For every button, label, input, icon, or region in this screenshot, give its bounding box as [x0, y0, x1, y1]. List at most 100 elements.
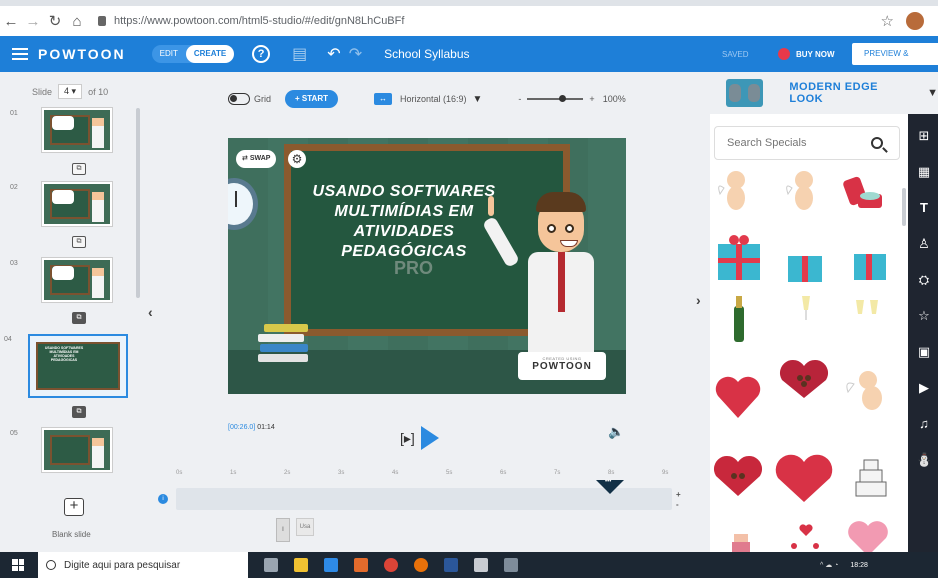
- chevron-down-icon[interactable]: ▼: [927, 87, 938, 99]
- zoom-slider-handle[interactable]: [559, 95, 567, 103]
- volume-icon[interactable]: 🔈: [608, 424, 624, 440]
- gear-icon[interactable]: ⚙: [288, 150, 306, 168]
- shapes-icon[interactable]: ☆: [916, 308, 932, 324]
- add-blank-slide-button[interactable]: +: [64, 498, 84, 516]
- taskbar-search[interactable]: Digite aqui para pesquisar: [38, 552, 248, 578]
- champagne-bottle-icon[interactable]: [734, 296, 744, 342]
- gift-box-icon[interactable]: [788, 256, 822, 282]
- redo-icon[interactable]: ↷: [349, 44, 362, 64]
- layout-icon[interactable]: ⊞: [916, 128, 932, 144]
- background-icon[interactable]: ▦: [916, 164, 932, 180]
- playhead-menu-icon[interactable]: •••: [605, 479, 611, 485]
- chocolate-box-icon[interactable]: [713, 455, 763, 496]
- cake-icon[interactable]: [732, 534, 750, 552]
- slide-action-icon[interactable]: ⧉: [72, 312, 86, 324]
- swap-button[interactable]: ⇄ SWAP: [236, 150, 277, 168]
- edge-icon[interactable]: [324, 558, 338, 572]
- media-icon[interactable]: ▣: [916, 344, 932, 360]
- start-button[interactable]: + START: [285, 90, 338, 108]
- notes-icon[interactable]: ▤: [292, 44, 307, 64]
- project-title[interactable]: School Syllabus: [384, 47, 469, 61]
- orientation-icon[interactable]: ↔: [373, 93, 392, 105]
- buy-now-button[interactable]: BUY NOW: [778, 48, 835, 60]
- home-icon[interactable]: ⌂: [66, 13, 88, 30]
- character-icon[interactable]: ♙: [916, 236, 932, 252]
- heart-icon[interactable]: [715, 376, 761, 418]
- slide-select[interactable]: 4 ▾: [58, 84, 83, 99]
- tray-icons[interactable]: ^ ☁ ◔: [820, 561, 838, 569]
- slide-title[interactable]: USANDO SOFTWARES MULTIMÍDIAS EM ATIVIDAD…: [292, 182, 516, 262]
- cupid-icon[interactable]: [718, 171, 745, 210]
- cupid-icon[interactable]: [786, 171, 813, 210]
- slide-action-icon[interactable]: ⧉: [72, 236, 86, 248]
- ring-box-icon[interactable]: [842, 176, 882, 208]
- champagne-glasses-icon[interactable]: [856, 300, 878, 314]
- chrome-icon[interactable]: [384, 558, 398, 572]
- slide-thumbnail-5[interactable]: [42, 428, 112, 472]
- calculator-icon[interactable]: [504, 558, 518, 572]
- text-icon[interactable]: T: [916, 200, 932, 215]
- orientation-select[interactable]: Horizontal (16:9): [400, 94, 467, 104]
- address-bar[interactable]: https://www.powtoon.com/html5-studio/#/e…: [98, 15, 881, 27]
- champagne-glass-icon[interactable]: [802, 296, 810, 320]
- mode-switch[interactable]: EDIT CREATE: [151, 45, 235, 63]
- music-icon[interactable]: ♫: [916, 416, 932, 431]
- play-icon[interactable]: [420, 426, 439, 450]
- specials-search[interactable]: [714, 126, 900, 160]
- slide-thumbnail-2[interactable]: [42, 182, 112, 226]
- file-explorer-icon[interactable]: [294, 558, 308, 572]
- chevron-down-icon[interactable]: ▼: [473, 94, 483, 105]
- cupid-icon[interactable]: [846, 371, 882, 410]
- timeline-collapse-button[interactable]: -: [676, 500, 679, 509]
- profile-avatar[interactable]: [906, 12, 924, 30]
- chocolate-box-icon[interactable]: [779, 359, 829, 398]
- store-icon[interactable]: [354, 558, 368, 572]
- search-input[interactable]: [727, 137, 867, 149]
- slide-scrollbar[interactable]: [136, 108, 140, 298]
- play-slide-button[interactable]: [▸]: [400, 430, 415, 447]
- taskbar-clock[interactable]: 18:28: [850, 561, 868, 570]
- search-icon[interactable]: [871, 137, 883, 149]
- specials-scrollbar[interactable]: [902, 188, 906, 226]
- forward-icon[interactable]: →: [22, 13, 44, 30]
- collapse-left-icon[interactable]: ‹: [148, 304, 153, 320]
- heart-box-icon[interactable]: [775, 454, 833, 502]
- task-view-icon[interactable]: [264, 558, 278, 572]
- slide-thumbnail-4-selected[interactable]: USANDO SOFTWARES MULTIMÍDIAS EM ATIVIDAD…: [28, 334, 128, 398]
- menu-icon[interactable]: [12, 45, 28, 63]
- zoom-in-button[interactable]: +: [589, 94, 594, 104]
- bookmark-star-icon[interactable]: ☆: [881, 12, 894, 30]
- zoom-out-button[interactable]: -: [518, 94, 521, 104]
- undo-icon[interactable]: ↶: [327, 44, 340, 64]
- props-icon[interactable]: ⛭: [916, 272, 932, 288]
- heart-icon[interactable]: [848, 521, 888, 552]
- slide-stage[interactable]: USANDO SOFTWARES MULTIMÍDIAS EM ATIVIDAD…: [228, 138, 626, 394]
- gift-box-icon[interactable]: [718, 235, 760, 280]
- specials-icon[interactable]: ⛄: [916, 452, 932, 468]
- slide-action-icon[interactable]: ⧉: [72, 163, 86, 175]
- video-icon[interactable]: ▶: [916, 380, 932, 396]
- preview-export-button[interactable]: PREVIEW & EXPORT: [852, 43, 938, 80]
- slide-thumbnail-3[interactable]: [42, 258, 112, 302]
- style-selector[interactable]: MODERN EDGE LOOK ▼: [710, 72, 938, 114]
- grid-toggle[interactable]: [228, 93, 250, 105]
- slide-action-icon[interactable]: ⧉: [72, 406, 86, 418]
- layer-chip[interactable]: Usa: [296, 518, 314, 536]
- help-icon[interactable]: ?: [252, 45, 271, 63]
- layer-chip[interactable]: I: [276, 518, 290, 542]
- app-icon[interactable]: [474, 558, 488, 572]
- slide-thumbnail-1[interactable]: [42, 108, 112, 152]
- zoom-slider[interactable]: [527, 95, 584, 103]
- timeline-expand-button[interactable]: +: [676, 490, 681, 499]
- mode-edit[interactable]: EDIT: [152, 45, 186, 63]
- reload-icon[interactable]: ↻: [44, 12, 66, 30]
- expand-right-icon[interactable]: ›: [696, 292, 701, 308]
- windows-start-icon[interactable]: [12, 559, 24, 571]
- firefox-icon[interactable]: [414, 558, 428, 572]
- books-prop[interactable]: [258, 324, 310, 366]
- back-icon[interactable]: ←: [0, 13, 22, 30]
- info-icon[interactable]: i: [158, 494, 168, 504]
- mode-create[interactable]: CREATE: [185, 45, 235, 63]
- word-icon[interactable]: [444, 558, 458, 572]
- wedding-cake-icon[interactable]: [855, 459, 887, 497]
